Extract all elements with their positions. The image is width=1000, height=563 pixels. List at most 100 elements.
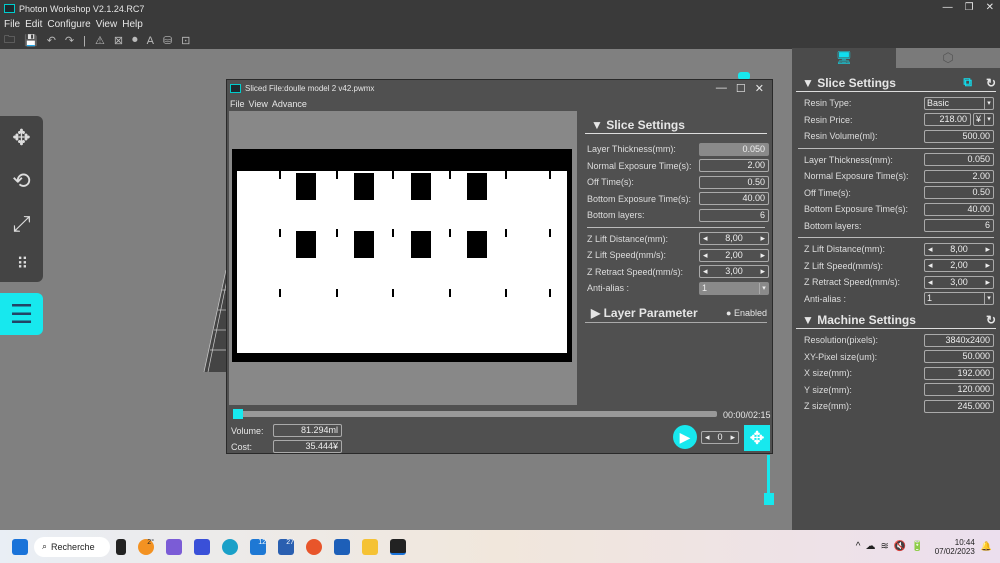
setting-input[interactable]: 245.000 xyxy=(924,399,994,413)
layer-stepper[interactable]: ◂ 0 ▸ xyxy=(701,431,739,444)
move-icon[interactable]: ✥ xyxy=(12,125,30,151)
setting-input[interactable]: 3840x2400 xyxy=(924,333,994,347)
weather-icon[interactable]: 2° xyxy=(138,538,154,555)
text-icon[interactable]: A xyxy=(147,35,154,47)
teams-icon[interactable]: 27 xyxy=(278,538,294,555)
save-icon[interactable]: 💾 xyxy=(24,34,38,47)
setting-input[interactable]: 218.00 xyxy=(924,113,971,127)
decrement-icon[interactable]: ◂ xyxy=(928,244,933,255)
array-icon[interactable]: ⠿ xyxy=(17,254,29,274)
menu-file[interactable]: File xyxy=(4,19,20,30)
setting-input[interactable]: 2.00 xyxy=(699,159,769,173)
layer-progress-slider[interactable] xyxy=(236,411,717,417)
layers-button[interactable]: ☰ xyxy=(0,293,43,335)
edge-icon[interactable] xyxy=(222,538,238,555)
setting-input[interactable]: 120.000 xyxy=(924,383,994,397)
teams-chat-icon[interactable] xyxy=(166,538,182,555)
slice-icon[interactable]: ⛁ xyxy=(163,34,172,47)
setting-stepper[interactable]: ◂ 8,00 ▸ xyxy=(699,232,769,246)
layer-slider-handle[interactable] xyxy=(764,493,774,505)
increment-icon[interactable]: ▸ xyxy=(760,233,765,244)
tab-print-settings[interactable]: 🖥 xyxy=(792,48,896,68)
setting-input[interactable]: 0.50 xyxy=(924,186,994,200)
decrement-icon[interactable]: ◂ xyxy=(703,266,708,277)
play-button[interactable]: ▶ xyxy=(673,425,697,449)
setting-stepper[interactable]: ◂ 3,00 ▸ xyxy=(924,275,994,289)
setting-stepper[interactable]: ◂ 2,00 ▸ xyxy=(924,259,994,273)
refresh-icon[interactable]: ↻ xyxy=(986,313,996,327)
move-view-button[interactable]: ✥ xyxy=(744,425,770,451)
mail-icon[interactable]: 12 xyxy=(250,538,266,555)
setting-input[interactable]: 500.00 xyxy=(924,129,994,143)
tab-model-settings[interactable]: ⬡ xyxy=(896,48,1000,68)
undo-icon[interactable]: ↶ xyxy=(47,34,56,47)
slice-settings-header[interactable]: ▼ Slice Settings xyxy=(585,116,767,134)
close-icon[interactable]: ✕ xyxy=(986,2,994,13)
setting-stepper[interactable]: ◂ 3,00 ▸ xyxy=(699,265,769,279)
menu-edit[interactable]: Edit xyxy=(25,19,42,30)
restore-icon[interactable]: ❐ xyxy=(965,2,974,13)
setting-select[interactable]: 1 ▾ xyxy=(924,292,994,306)
setting-stepper[interactable]: ◂ 2,00 ▸ xyxy=(699,248,769,262)
app-icon[interactable] xyxy=(194,538,210,555)
refresh-icon[interactable]: ↻ xyxy=(986,76,996,90)
setting-input[interactable]: 2.00 xyxy=(924,169,994,183)
setting-input[interactable]: 0.050 xyxy=(924,153,994,167)
rotate-icon[interactable]: ⟲ xyxy=(12,168,30,194)
notification-icon[interactable]: 🔔 xyxy=(981,541,992,552)
setting-input[interactable]: 6 xyxy=(699,208,769,222)
layer-progress-handle[interactable] xyxy=(233,409,243,419)
dialog-menu-file[interactable]: File xyxy=(230,99,245,109)
maximize-icon[interactable]: ☐ xyxy=(736,82,746,95)
setting-select[interactable]: 1 ▾ xyxy=(699,281,769,295)
close-icon[interactable]: ✕ xyxy=(755,82,764,95)
setting-input[interactable]: 50.000 xyxy=(924,350,994,364)
scale-icon[interactable]: ⤢ xyxy=(13,211,31,237)
fit-icon[interactable]: ⊡ xyxy=(181,34,190,47)
setting-stepper[interactable]: ◂ 8,00 ▸ xyxy=(924,242,994,256)
decrement-icon[interactable]: ◂ xyxy=(703,250,708,261)
photon-workshop-taskbar-icon[interactable] xyxy=(390,538,406,555)
redo-icon[interactable]: ↷ xyxy=(65,34,74,47)
open-folder-icon[interactable]: 🗀 xyxy=(4,31,15,50)
clock[interactable]: 10:44 07/02/2023 xyxy=(935,538,975,556)
increment-icon[interactable]: ▸ xyxy=(985,277,990,288)
support-icon[interactable]: ⚠ xyxy=(95,34,105,47)
menu-help[interactable]: Help xyxy=(122,19,143,30)
windows-start-icon[interactable] xyxy=(12,538,28,555)
decrement-icon[interactable]: ◂ xyxy=(703,233,708,244)
increment-icon[interactable]: ▸ xyxy=(985,260,990,271)
layer-slider-track[interactable] xyxy=(767,455,770,495)
setting-input[interactable]: 40.00 xyxy=(924,202,994,216)
punch-icon[interactable]: ⏺ xyxy=(132,34,138,47)
increment-icon[interactable]: ▸ xyxy=(760,250,765,261)
import-settings-icon[interactable]: ⧉ xyxy=(963,75,972,90)
minimize-icon[interactable]: — xyxy=(943,2,953,13)
setting-input[interactable]: 192.000 xyxy=(924,366,994,380)
firefox-icon[interactable] xyxy=(306,538,322,555)
increment-icon[interactable]: ▸ xyxy=(985,244,990,255)
search-box[interactable]: ⌕ Recherche xyxy=(34,536,110,557)
layer-parameter-header[interactable]: ▶ Layer Parameter ● Enabled xyxy=(585,305,767,323)
enabled-toggle[interactable]: ● Enabled xyxy=(726,308,767,318)
increment-icon[interactable]: ▸ xyxy=(760,266,765,277)
task-view-icon[interactable] xyxy=(116,538,126,555)
decrement-icon[interactable]: ◂ xyxy=(928,260,933,271)
setting-input[interactable]: 6 xyxy=(924,219,994,233)
setting-input[interactable]: 0.050 xyxy=(699,142,769,156)
setting-input[interactable]: 40.00 xyxy=(699,192,769,206)
menu-view[interactable]: View xyxy=(96,19,118,30)
dialog-menu-view[interactable]: View xyxy=(249,99,268,109)
slice-settings-header[interactable]: ▼ Slice Settings ⧉ ↻ xyxy=(796,74,996,92)
file-explorer-icon[interactable] xyxy=(362,538,378,555)
menu-configure[interactable]: Configure xyxy=(47,19,90,30)
hollow-icon[interactable]: ⊠ xyxy=(114,34,123,47)
decrement-icon[interactable]: ◂ xyxy=(928,277,933,288)
dialog-menu-advance[interactable]: Advance xyxy=(272,99,307,109)
minimize-icon[interactable]: — xyxy=(716,82,727,95)
system-tray-icons[interactable]: ^☁≋🔇🔋 xyxy=(856,541,929,552)
currency-select[interactable]: ¥ ▾ xyxy=(973,113,994,127)
machine-settings-header[interactable]: ▼ Machine Settings ↻ xyxy=(796,311,996,329)
store-icon[interactable] xyxy=(334,538,350,555)
setting-select[interactable]: Basic ▾ xyxy=(924,96,994,110)
